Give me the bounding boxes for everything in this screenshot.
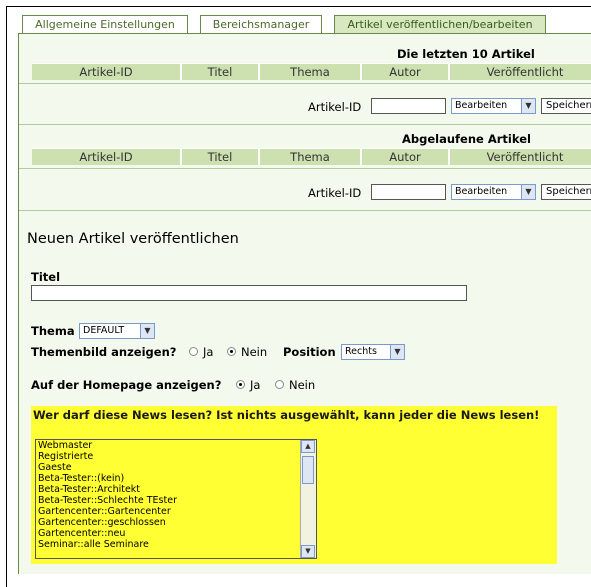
- recent-table-header: Artikel-ID Titel Thema Autor Veröffentli…: [32, 63, 591, 80]
- expired-table-header: Artikel-ID Titel Thema Autor Veröffentli…: [32, 148, 591, 165]
- list-item[interactable]: Webmaster: [36, 440, 316, 451]
- publish-heading: Neuen Artikel veröffentlichen: [27, 231, 239, 247]
- topic-image-yes-radio[interactable]: [189, 347, 198, 356]
- list-item[interactable]: Beta-Tester::Schlechte TEster: [36, 495, 316, 506]
- chevron-down-icon: ▼: [140, 324, 154, 338]
- divider: [19, 210, 591, 211]
- col-author: Autor: [362, 149, 450, 165]
- list-item[interactable]: Registrierte: [36, 451, 316, 462]
- list-item[interactable]: Gartencenter::Gartencenter: [36, 506, 316, 517]
- divider: [19, 83, 591, 84]
- title-input[interactable]: [31, 285, 467, 301]
- col-topic: Thema: [260, 149, 362, 165]
- homepage-yes-label: Ja: [250, 378, 261, 392]
- col-topic: Thema: [260, 64, 362, 80]
- list-item[interactable]: Gartencenter::geschlossen: [36, 517, 316, 528]
- chevron-down-icon: ▼: [521, 185, 535, 199]
- list-item[interactable]: Seminar::alle Seminare: [36, 539, 316, 550]
- col-title: Titel: [182, 149, 260, 165]
- divider: [19, 168, 591, 169]
- topic-image-no-radio[interactable]: [227, 347, 236, 356]
- readers-listbox[interactable]: Webmaster Registrierte Gaeste Beta-Teste…: [35, 439, 317, 559]
- tab-publish-articles[interactable]: Artikel veröffentlichen/bearbeiten: [334, 15, 546, 34]
- title-label: Titel: [31, 270, 61, 284]
- topic-image-label: Themenbild anzeigen?: [31, 345, 177, 359]
- position-value: Rechts: [345, 346, 377, 357]
- topic-select[interactable]: DEFAULT ▼: [79, 323, 155, 339]
- recent-article-id-input[interactable]: [371, 98, 446, 114]
- col-author: Autor: [362, 64, 450, 80]
- list-item[interactable]: Beta-Tester::Architekt: [36, 484, 316, 495]
- recent-action-value: Bearbeiten: [455, 100, 508, 111]
- expired-save-button[interactable]: Speichern: [541, 184, 591, 200]
- col-published: Veröffentlicht: [486, 65, 564, 79]
- tab-area-manager[interactable]: Bereichsmanager: [200, 15, 322, 34]
- recent-articles-title: Die letzten 10 Artikel: [397, 47, 535, 61]
- topic-label: Thema: [31, 324, 75, 338]
- homepage-no-radio[interactable]: [275, 380, 284, 389]
- list-item[interactable]: Gartencenter::neu: [36, 528, 316, 539]
- listbox-scrollbar[interactable]: ▲ ▼: [300, 440, 316, 558]
- col-title: Titel: [182, 64, 260, 80]
- tab-general-settings[interactable]: Allgemeine Einstellungen: [22, 15, 188, 34]
- divider: [19, 124, 591, 125]
- arrow-down-icon[interactable]: ▼: [301, 545, 315, 558]
- article-id-label: Artikel-ID: [308, 186, 362, 200]
- arrow-up-icon[interactable]: ▲: [301, 440, 315, 453]
- topic-image-no-label: Nein: [241, 345, 268, 359]
- scrollbar-thumb[interactable]: [302, 456, 314, 484]
- homepage-no-label: Nein: [289, 378, 316, 392]
- recent-save-button[interactable]: Speichern: [541, 98, 591, 114]
- expired-action-select[interactable]: Bearbeiten ▼: [451, 184, 536, 200]
- readers-label: Wer darf diese News lesen? Ist nichts au…: [33, 408, 540, 422]
- topic-value: DEFAULT: [83, 325, 125, 336]
- chevron-down-icon: ▼: [390, 345, 404, 359]
- article-id-label: Artikel-ID: [308, 100, 362, 114]
- topic-image-yes-label: Ja: [203, 345, 214, 359]
- list-item[interactable]: Gaeste: [36, 462, 316, 473]
- readers-box: Wer darf diese News lesen? Ist nichts au…: [31, 406, 557, 564]
- expired-article-id-input[interactable]: [371, 184, 446, 200]
- chevron-down-icon: ▼: [521, 99, 535, 113]
- col-published: Veröffentlicht: [486, 150, 564, 164]
- homepage-yes-radio[interactable]: [236, 380, 245, 389]
- position-label: Position: [283, 345, 336, 359]
- homepage-label: Auf der Homepage anzeigen?: [31, 378, 222, 392]
- position-select[interactable]: Rechts ▼: [341, 344, 405, 360]
- list-item[interactable]: Beta-Tester::(kein): [36, 473, 316, 484]
- col-article-id: Artikel-ID: [32, 149, 182, 165]
- expired-articles-title: Abgelaufene Artikel: [402, 132, 531, 146]
- expired-action-value: Bearbeiten: [455, 186, 508, 197]
- content-panel: Die letzten 10 Artikel Artikel-ID Titel …: [18, 33, 591, 574]
- recent-action-select[interactable]: Bearbeiten ▼: [451, 98, 536, 114]
- col-article-id: Artikel-ID: [32, 64, 182, 80]
